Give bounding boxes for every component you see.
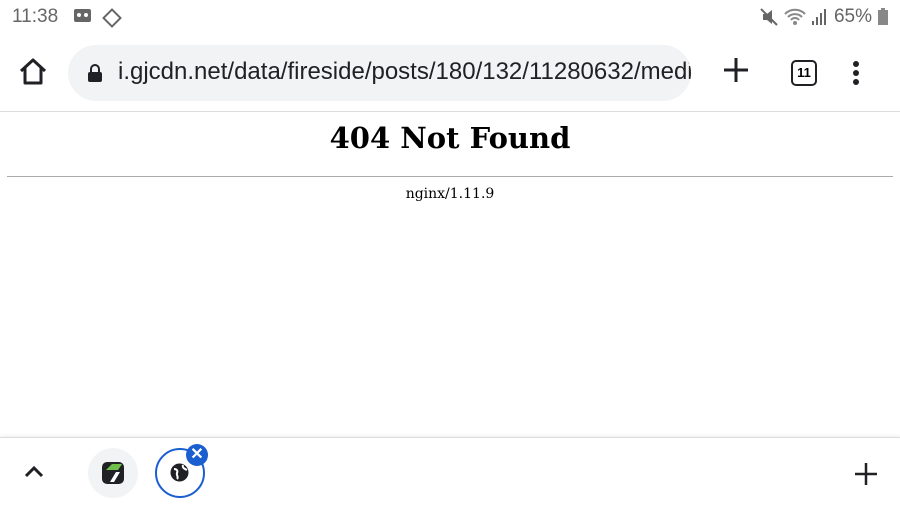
tab-thumbnail[interactable] — [88, 448, 138, 498]
page-content: 404 Not Found nginx/1.11.9 — [0, 113, 900, 202]
mute-icon — [760, 8, 778, 26]
close-tab-icon[interactable]: ✕ — [186, 444, 208, 466]
battery-icon — [878, 8, 888, 25]
more-options-icon[interactable] — [852, 60, 860, 86]
signal-icon — [811, 9, 826, 25]
home-icon[interactable] — [18, 58, 48, 86]
auto-rotate-icon — [102, 8, 122, 28]
tab-switcher-button[interactable]: 11 — [791, 60, 817, 86]
new-tab-icon[interactable] — [854, 462, 878, 486]
new-tab-icon[interactable] — [722, 56, 750, 84]
divider — [7, 176, 893, 177]
browser-toolbar: i.gjcdn.net/data/fireside/posts/180/132/… — [0, 36, 900, 112]
url-text: i.gjcdn.net/data/fireside/posts/180/132/… — [118, 58, 691, 85]
site-favicon-icon — [102, 462, 124, 484]
voicemail-icon — [74, 9, 91, 22]
battery-percent: 65% — [833, 6, 872, 27]
server-version: nginx/1.11.9 — [405, 186, 495, 202]
status-bar: 11:38 65% — [0, 0, 900, 36]
tab-strip — [0, 437, 900, 506]
lock-icon — [88, 64, 102, 82]
address-bar[interactable]: i.gjcdn.net/data/fireside/posts/180/132/… — [68, 45, 691, 101]
clock: 11:38 — [12, 6, 59, 27]
chevron-up-icon[interactable] — [24, 464, 44, 478]
page-title: 404 Not Found — [329, 121, 571, 155]
wifi-icon — [784, 8, 806, 25]
